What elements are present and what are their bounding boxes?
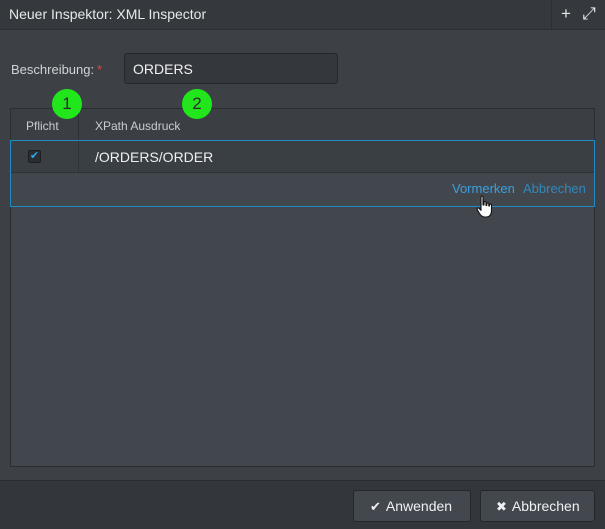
description-label: Beschreibung: * (11, 62, 103, 77)
cancel-row-link[interactable]: Abbrechen (523, 181, 586, 196)
plus-icon[interactable]: + (556, 4, 576, 24)
window-title: Neuer Inspektor: XML Inspector (9, 6, 207, 22)
save-row-link[interactable]: Vormerken (452, 181, 515, 196)
cancel-button-label: Abbrechen (511, 498, 580, 514)
required-checkbox[interactable]: ✔ (28, 150, 41, 163)
annotation-badge-2: 2 (182, 89, 212, 119)
table-row-editing[interactable]: ✔ /ORDERS/ORDER Vormerken Abbrechen (10, 140, 595, 207)
description-input[interactable]: ORDERS (124, 53, 338, 84)
row-divider (78, 141, 79, 172)
hand-cursor-icon (476, 195, 493, 218)
titlebar-divider (551, 0, 552, 29)
apply-button[interactable]: ✔ Anwenden (353, 490, 471, 522)
dialog-footer: ✔ Anwenden ✖ Abbrechen (0, 480, 605, 529)
grid-header: Pflicht XPath Ausdruck (11, 109, 594, 142)
apply-button-label: Anwenden (385, 498, 453, 514)
cancel-button[interactable]: ✖ Abbrechen (480, 490, 595, 522)
annotation-badge-1: 1 (52, 89, 82, 119)
required-marker: * (97, 62, 103, 77)
window-titlebar: Neuer Inspektor: XML Inspector + ⤢ (0, 0, 605, 30)
column-header-required[interactable]: Pflicht (26, 119, 59, 133)
table-row[interactable]: ✔ /ORDERS/ORDER (11, 141, 594, 173)
column-header-xpath[interactable]: XPath Ausdruck (95, 119, 180, 133)
xpath-cell[interactable]: /ORDERS/ORDER (95, 149, 213, 165)
maximize-icon[interactable]: ⤢ (579, 4, 599, 24)
check-icon: ✔ (370, 499, 381, 514)
xpath-grid: Pflicht XPath Ausdruck ✔ /ORDERS/ORDER V… (10, 108, 595, 467)
close-icon: ✖ (496, 499, 507, 514)
